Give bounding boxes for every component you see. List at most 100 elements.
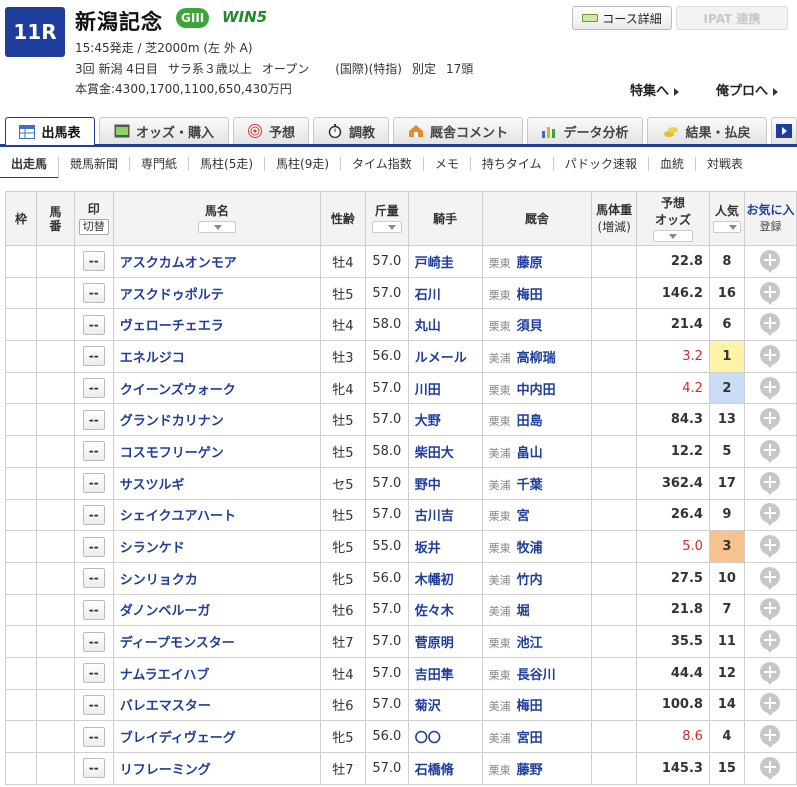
horse-name-link[interactable]: ナムラエイハブ [112,656,321,690]
tab-training[interactable]: 調教 [313,117,389,144]
jockey-link[interactable]: 菅原明 [407,625,483,658]
jockey-link[interactable]: 戸崎圭 [407,245,483,278]
add-favorite-button[interactable] [760,630,781,654]
jockey-link[interactable]: 柴田大 [407,435,483,468]
trainer-link[interactable]: 池江 [517,636,543,651]
trainer-link[interactable]: 宮田 [517,731,543,746]
mark-select[interactable]: -- [82,473,105,494]
horse-name-link[interactable]: バレエマスター [112,688,321,722]
horse-name-link[interactable]: コスモフリーゲン [112,435,321,468]
add-favorite-button[interactable] [760,281,781,305]
sort-dropdown-icon[interactable] [712,221,741,233]
tab-data-analysis[interactable]: データ分析 [527,117,643,144]
col-weight[interactable]: 斤量 [364,191,409,246]
add-favorite-button[interactable] [760,439,781,463]
add-favorite-button[interactable] [760,693,781,717]
mark-select[interactable]: -- [82,378,105,399]
trainer-link[interactable]: 須貝 [517,319,543,334]
mark-select[interactable]: -- [82,758,105,779]
tab-prediction[interactable]: 予想 [233,117,309,144]
mark-select[interactable]: -- [82,694,105,715]
horse-name-link[interactable]: クイーンズウォーク [112,371,321,405]
trainer-link[interactable]: 藤野 [517,763,543,778]
mark-select[interactable]: -- [82,283,105,304]
feature-link[interactable]: 特集へ [630,80,680,99]
trainer-link[interactable]: 田島 [517,414,543,429]
horse-name-link[interactable]: アスクドゥポルテ [112,276,321,310]
subtab-memo[interactable]: メモ [424,157,471,171]
mark-select[interactable]: -- [82,568,105,589]
add-favorite-button[interactable] [760,313,781,337]
mark-select[interactable]: -- [82,251,105,272]
jockey-link[interactable]: 石橋脩 [407,752,483,785]
trainer-link[interactable]: 梅田 [517,288,543,303]
trainer-link[interactable]: 竹内 [517,573,543,588]
add-favorite-button[interactable] [760,376,781,400]
trainer-link[interactable]: 藤原 [517,256,543,271]
jockey-link[interactable]: 野中 [407,466,483,500]
horse-name-link[interactable]: ディープモンスター [112,625,321,658]
add-favorite-button[interactable] [760,566,781,590]
col-popularity[interactable]: 人気 [708,191,745,246]
horse-name-link[interactable]: ヴェローチェエラ [112,308,321,342]
trainer-link[interactable]: 梅田 [517,699,543,714]
mark-select[interactable]: -- [82,663,105,684]
horse-name-link[interactable]: シンリョクカ [112,561,321,595]
subtab-specialist-paper[interactable]: 専門紙 [130,157,190,171]
mark-toggle-button[interactable]: 切替 [78,219,109,235]
subtab-paddock[interactable]: パドック速報 [554,157,649,171]
mark-select[interactable]: -- [82,314,105,335]
horse-name-link[interactable]: ダノンベルーガ [112,593,321,627]
subtab-time-index[interactable]: タイム指数 [341,157,424,171]
jockey-link[interactable]: 丸山 [407,308,483,342]
course-detail-button[interactable]: コース詳細 [572,6,672,30]
jockey-link[interactable]: ルメール [407,340,483,373]
trainer-link[interactable]: 畠山 [517,446,543,461]
tab-entries[interactable]: 出馬表 [5,117,95,145]
subtab-best-time[interactable]: 持ちタイム [471,157,554,171]
trainer-link[interactable]: 千葉 [517,478,543,493]
tab-odds[interactable]: オッズ・購入 [99,117,229,144]
trainer-link[interactable]: 長谷川 [517,668,556,683]
tab-stable-comment[interactable]: 厩舎コメント [393,117,523,144]
jockey-link[interactable]: 川田 [407,371,483,405]
pro-link[interactable]: 俺プロへ [716,80,779,99]
tab-results[interactable]: 結果・払戻 [647,117,767,144]
horse-name-link[interactable]: シェイクユアハート [112,498,321,532]
add-favorite-button[interactable] [760,598,781,622]
add-favorite-button[interactable] [760,344,781,368]
col-horse-name[interactable]: 馬名 [112,191,321,246]
mark-select[interactable]: -- [82,441,105,462]
add-favorite-button[interactable] [760,471,781,495]
horse-name-link[interactable]: エネルジコ [112,340,321,373]
trainer-link[interactable]: 中内田 [517,383,556,398]
mark-select[interactable]: -- [82,599,105,620]
add-favorite-button[interactable] [760,408,781,432]
sort-dropdown-icon[interactable] [653,229,693,242]
subtab-runners[interactable]: 出走馬 [0,156,60,178]
subtab-newspaper[interactable]: 競馬新聞 [59,157,131,171]
sort-dropdown-icon[interactable] [197,221,236,233]
add-favorite-button[interactable] [760,535,781,559]
jockey-link[interactable]: 古川吉 [407,498,483,532]
mark-select[interactable]: -- [82,409,105,430]
jockey-link[interactable]: 木幡初 [407,561,483,595]
horse-name-link[interactable]: グランドカリナン [112,403,321,437]
add-favorite-button[interactable] [760,503,781,527]
horse-name-link[interactable]: サスツルギ [112,466,321,500]
jockey-link[interactable]: 佐々木 [407,593,483,627]
subtab-past9[interactable]: 馬柱(9走) [265,157,342,171]
add-favorite-button[interactable] [760,661,781,685]
subtab-pedigree[interactable]: 血統 [649,157,696,171]
jockey-link[interactable]: 坂井 [407,530,483,563]
mark-select[interactable]: -- [82,346,105,367]
jockey-link[interactable]: 大野 [407,403,483,437]
subtab-matchup[interactable]: 対戦表 [696,157,754,171]
horse-name-link[interactable]: シランケド [112,530,321,563]
trainer-link[interactable]: 高柳瑞 [517,351,556,366]
trainer-link[interactable]: 宮 [517,509,530,524]
add-favorite-button[interactable] [760,725,781,749]
sort-dropdown-icon[interactable] [371,221,402,233]
tab-more[interactable] [771,117,797,144]
add-favorite-button[interactable] [760,756,781,780]
